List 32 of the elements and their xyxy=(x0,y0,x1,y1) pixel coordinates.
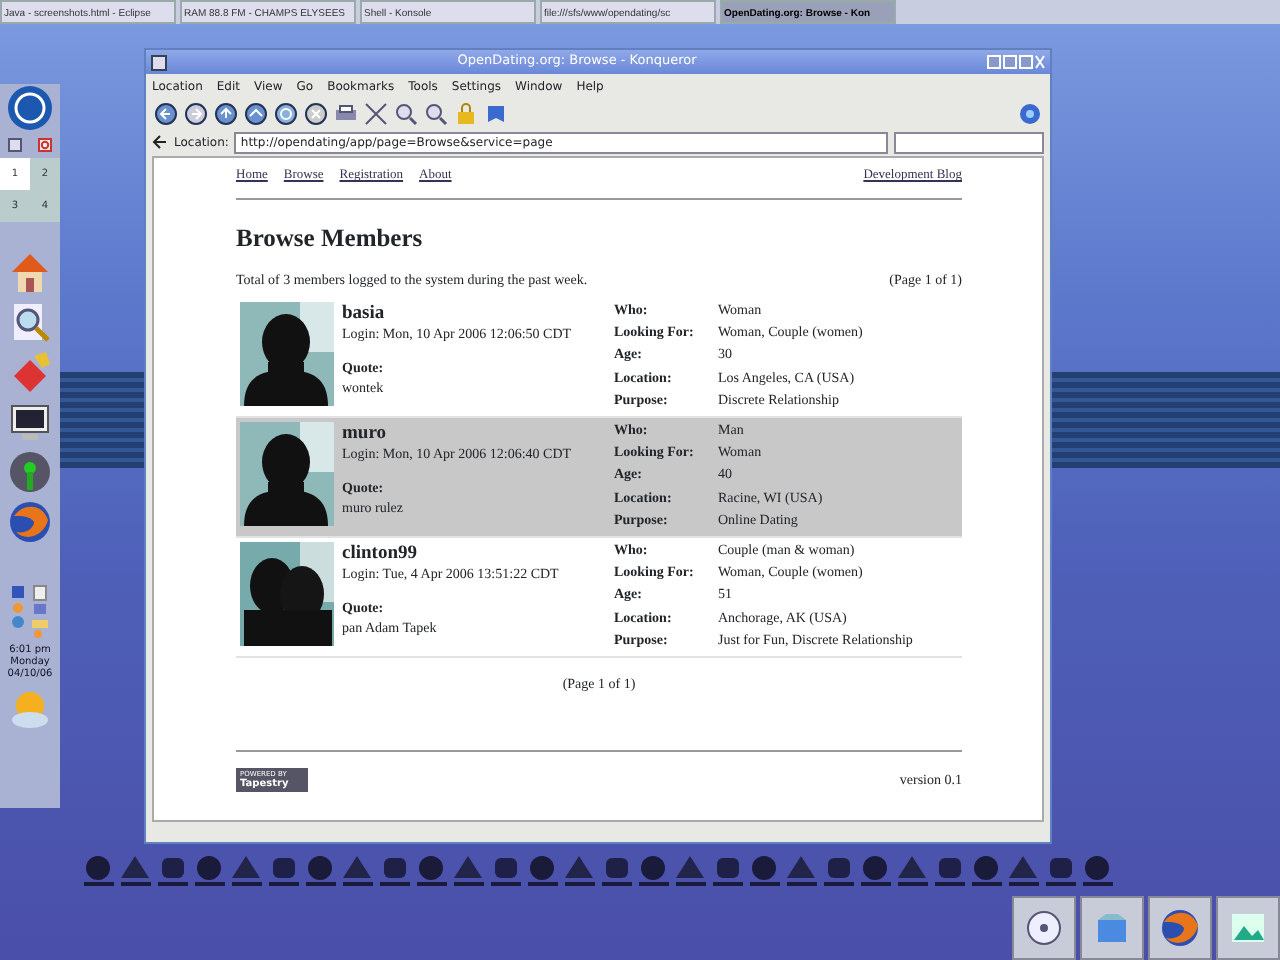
up-icon[interactable] xyxy=(214,101,238,125)
username[interactable]: muro xyxy=(342,422,614,447)
page-heading: Browse Members xyxy=(236,221,425,256)
window-icon[interactable] xyxy=(8,138,22,152)
window-controls-icon[interactable] xyxy=(986,54,1046,70)
search-icon[interactable] xyxy=(8,300,52,344)
stop-icon[interactable] xyxy=(304,101,328,125)
disk-icon xyxy=(1024,908,1064,948)
antenna-icon[interactable] xyxy=(8,450,52,494)
browser-icon xyxy=(1160,908,1200,948)
zoom-out-icon[interactable] xyxy=(424,101,448,125)
monitor-icon[interactable] xyxy=(8,400,52,444)
taskbar-launcher[interactable] xyxy=(1216,896,1280,960)
taskbar-launcher[interactable] xyxy=(1148,896,1212,960)
username[interactable]: basia xyxy=(342,302,614,327)
back-icon[interactable] xyxy=(154,101,178,125)
app-icon xyxy=(150,53,168,71)
tray-icons-drawing[interactable] xyxy=(8,584,52,640)
image-viewer-icon xyxy=(1228,908,1268,948)
print-icon[interactable] xyxy=(334,101,358,125)
search-field[interactable] xyxy=(894,131,1044,153)
username[interactable]: clinton99 xyxy=(342,542,614,567)
power-icon[interactable] xyxy=(38,138,52,152)
zoom-in-icon[interactable] xyxy=(394,101,418,125)
gear-icon[interactable] xyxy=(1018,101,1042,125)
browser-icon[interactable] xyxy=(8,500,52,544)
bookmark-icon[interactable] xyxy=(484,101,508,125)
lock-icon[interactable] xyxy=(454,101,478,125)
forward-icon[interactable] xyxy=(184,101,208,125)
globe-icon[interactable] xyxy=(6,84,54,132)
taskbar-launcher[interactable] xyxy=(1012,896,1076,960)
folder-icon xyxy=(1092,908,1132,948)
